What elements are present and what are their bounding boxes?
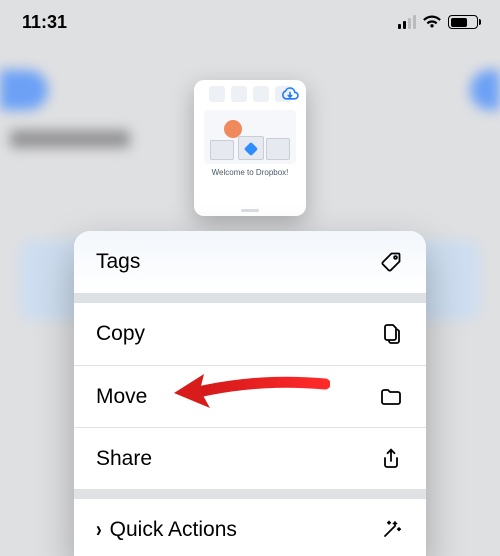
menu-item-quick-actions[interactable]: › Quick Actions [74, 499, 426, 556]
menu-label: Share [96, 447, 152, 471]
wifi-icon [422, 15, 442, 29]
copy-icon [378, 321, 404, 347]
status-time: 11:31 [22, 12, 67, 33]
menu-label: Move [96, 385, 147, 409]
battery-icon [448, 15, 478, 29]
context-menu: Tags Copy Move Share › Quick Actions [74, 231, 426, 556]
status-bar: 11:31 [0, 0, 500, 44]
preview-illustration [204, 110, 296, 164]
tag-icon [378, 249, 404, 275]
cloud-download-icon [280, 86, 300, 107]
magic-wand-icon [378, 517, 404, 543]
menu-item-tags[interactable]: Tags [74, 231, 426, 293]
menu-label: Quick Actions [110, 518, 237, 542]
menu-item-move[interactable]: Move [74, 365, 426, 427]
chevron-right-icon: › [96, 517, 102, 543]
file-preview-card[interactable]: Welcome to Dropbox! [194, 80, 306, 216]
menu-label: Tags [96, 250, 140, 274]
share-icon [378, 446, 404, 472]
folder-icon [378, 384, 404, 410]
menu-item-share[interactable]: Share [74, 427, 426, 489]
menu-item-copy[interactable]: Copy [74, 303, 426, 365]
cellular-signal-icon [398, 15, 416, 29]
status-indicators [398, 15, 478, 29]
menu-label: Copy [96, 322, 145, 346]
preview-title: Welcome to Dropbox! [194, 168, 306, 177]
